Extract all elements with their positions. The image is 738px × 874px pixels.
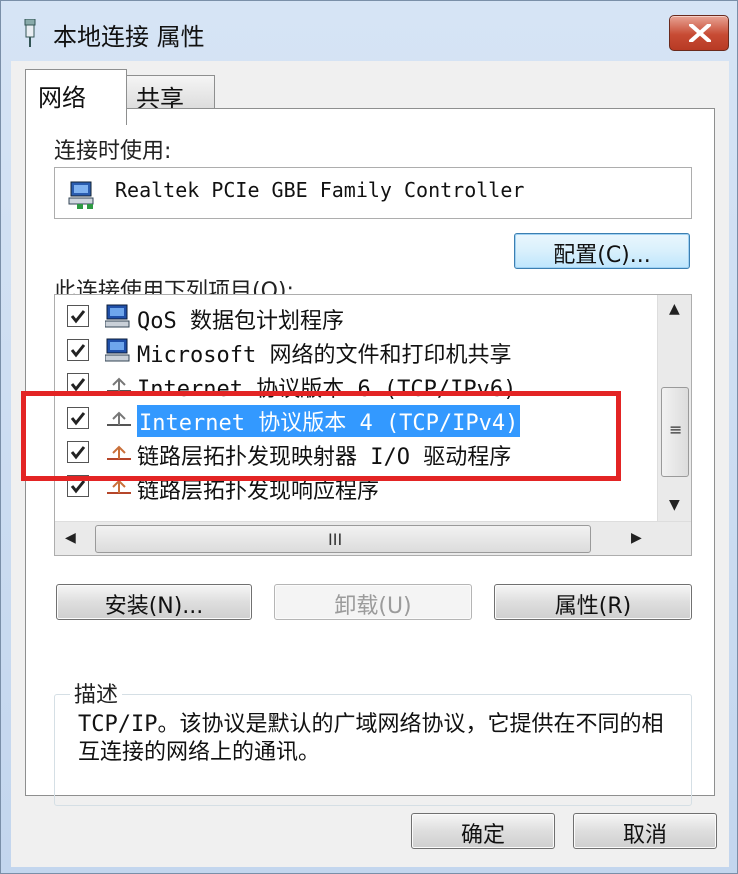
configure-button[interactable]: 配置(C)...	[514, 233, 690, 269]
list-item[interactable]: 链路层拓扑发现响应程序	[55, 471, 655, 505]
cancel-button[interactable]: 取消	[573, 813, 717, 849]
protocol-icon	[105, 473, 133, 505]
list-item[interactable]: Internet 协议版本 6 (TCP/IPv6)	[55, 369, 655, 403]
list-item[interactable]: Microsoft 网络的文件和打印机共享	[55, 335, 655, 369]
scroll-right-icon[interactable]: ▶	[631, 530, 642, 546]
adapter-field: Realtek PCIe GBE Family Controller	[54, 167, 692, 219]
uninstall-button[interactable]: 卸载(U)	[274, 584, 472, 620]
protocol-icon	[105, 439, 133, 471]
item-checkbox[interactable]	[67, 407, 89, 429]
title-bar[interactable]: 本地连接 属性	[1, 1, 738, 61]
checkmark-icon	[70, 344, 86, 358]
item-label: Internet 协议版本 4 (TCP/IPv4)	[137, 405, 521, 437]
scroll-grip-v: ≡	[669, 420, 683, 439]
network-adapter-icon	[67, 180, 99, 214]
adapter-name: Realtek PCIe GBE Family Controller	[115, 178, 525, 202]
protocol-icon	[105, 405, 133, 437]
item-label: 链路层拓扑发现映射器 I/O 驱动程序	[137, 445, 512, 470]
item-checkbox[interactable]	[67, 305, 89, 327]
close-button[interactable]	[669, 15, 729, 51]
scroll-down-icon[interactable]: ▼	[669, 497, 680, 513]
scroll-left-icon[interactable]: ◀	[65, 530, 76, 546]
item-label: Microsoft 网络的文件和打印机共享	[137, 343, 512, 368]
protocol-icon	[105, 371, 133, 403]
tab-network-label: 网络	[38, 84, 86, 112]
tab-share[interactable]: 共享	[125, 75, 215, 113]
checkmark-icon	[70, 480, 86, 494]
item-checkbox[interactable]	[67, 339, 89, 361]
item-checkbox[interactable]	[67, 441, 89, 463]
window-title: 本地连接 属性	[53, 23, 205, 51]
item-label: Internet 协议版本 6 (TCP/IPv6)	[137, 377, 517, 402]
ok-button[interactable]: 确定	[411, 813, 555, 849]
scroll-grip-h: III	[328, 530, 343, 549]
description-title: 描述	[70, 677, 123, 709]
description-text: TCP/IP。该协议是默认的广域网络协议，它提供在不同的相互连接的网络上的通讯。	[78, 712, 664, 765]
dialog-body: 共享 网络 连接时使用: Realtek PCIe GBE Family Con…	[11, 61, 729, 867]
install-button[interactable]: 安装(N)...	[56, 584, 252, 620]
list-item[interactable]: 链路层拓扑发现映射器 I/O 驱动程序	[55, 437, 655, 471]
properties-dialog: 本地连接 属性 共享 网络 连接时使用: Realtek PCIe GBE Fa…	[0, 0, 738, 874]
network-service-icon	[104, 303, 133, 335]
close-icon	[689, 24, 711, 42]
components-list[interactable]: QoS 数据包计划程序 Microsoft 网络的文件和打印机共享 Intern…	[54, 294, 692, 556]
connect-using-label: 连接时使用:	[54, 139, 172, 164]
item-checkbox[interactable]	[67, 373, 89, 395]
checkmark-icon	[70, 310, 86, 324]
properties-button[interactable]: 属性(R)	[494, 584, 692, 620]
item-checkbox[interactable]	[67, 475, 89, 497]
checkmark-icon	[70, 378, 86, 392]
tab-network[interactable]: 网络	[25, 69, 127, 125]
vertical-scrollbar[interactable]: ▲ ≡ ▼	[657, 295, 691, 521]
network-cable-icon	[23, 18, 37, 47]
tab-panel-network: 连接时使用: Realtek PCIe GBE Family Controlle…	[25, 108, 715, 806]
horizontal-scrollbar[interactable]: ◀ III ▶	[55, 521, 691, 555]
checkmark-icon	[70, 412, 86, 426]
scroll-up-icon[interactable]: ▲	[669, 301, 680, 317]
network-service-icon	[104, 337, 133, 369]
vertical-scroll-thumb[interactable]: ≡	[661, 387, 689, 477]
item-label: 链路层拓扑发现响应程序	[137, 479, 380, 504]
checkmark-icon	[70, 446, 86, 460]
list-item-selected[interactable]: Internet 协议版本 4 (TCP/IPv4)	[55, 403, 655, 437]
list-item[interactable]: QoS 数据包计划程序	[55, 301, 655, 335]
item-label: QoS 数据包计划程序	[137, 309, 344, 334]
horizontal-scroll-thumb[interactable]: III	[95, 525, 591, 553]
